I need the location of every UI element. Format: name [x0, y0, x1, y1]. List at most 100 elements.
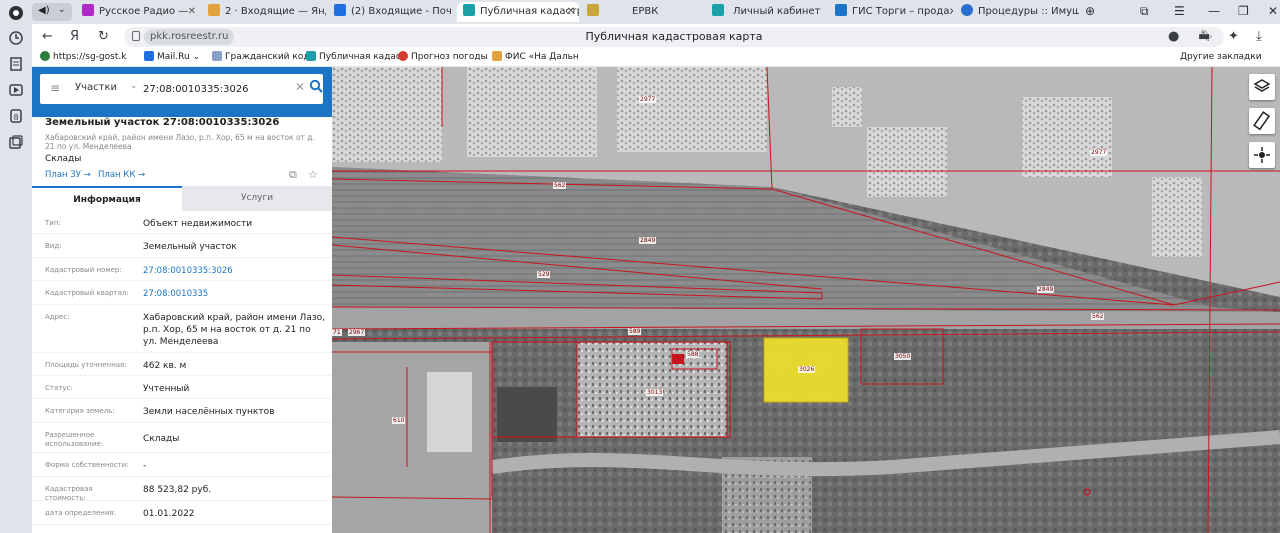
tab-label: Публичная кадастр	[480, 6, 579, 17]
cadastral-quarter-link[interactable]: 27:08:0010335	[143, 288, 325, 300]
download-icon[interactable]: ⤓	[1256, 29, 1262, 44]
plot-label: 2967	[348, 329, 366, 336]
tab-label: Русское Радио —	[99, 6, 189, 17]
layers-icon[interactable]	[1249, 74, 1275, 100]
menu-icon[interactable]: ☰	[1174, 4, 1185, 18]
detail-row: Кадастровый квартал: 27:08:0010335	[32, 281, 332, 305]
layers-button[interactable]	[1249, 74, 1275, 100]
notes-icon[interactable]	[8, 56, 24, 72]
detail-label: Тип:	[45, 219, 61, 227]
yandex-icon[interactable]: Я	[70, 29, 79, 44]
mailru-favicon-icon	[334, 4, 346, 16]
reload-icon[interactable]: ↻	[98, 29, 109, 44]
crosshair-icon[interactable]	[1249, 142, 1275, 168]
bookmark-item[interactable]: ФИС «На Дальн	[492, 50, 579, 62]
tab-yandex-mail[interactable]: 2 · Входящие — Яндекс	[208, 2, 326, 22]
tab-label: Личный кабинет	[733, 6, 821, 17]
new-tab-button[interactable]: ⊕	[1085, 4, 1095, 18]
tab-russkoe-radio[interactable]: Русское Радио — ✕	[82, 2, 200, 22]
tab-info[interactable]: Информация	[32, 186, 182, 211]
locate-button[interactable]	[1249, 142, 1275, 168]
tab-ervk[interactable]: ЕРВК	[587, 2, 699, 22]
tab-mail-ru[interactable]: (2) Входящие - Почта М	[334, 2, 452, 22]
mailru-icon	[144, 50, 154, 61]
tab-services[interactable]: Услуги	[182, 186, 332, 211]
detail-label: Кадастровый номер:	[45, 266, 122, 274]
code-icon	[212, 50, 222, 61]
tab-gis-torgi[interactable]: ГИС Торги – продажи г	[835, 2, 953, 22]
plot-label: 2849	[1037, 286, 1055, 293]
plus-icon[interactable]: ⊕	[1085, 4, 1095, 18]
other-bookmarks[interactable]: Другие закладки	[1180, 52, 1262, 62]
tab-lichny-kabinet[interactable]: Личный кабинет	[712, 2, 822, 22]
search-input[interactable]	[143, 80, 283, 98]
search-box: ≡ Участки ⌄ ✕	[40, 74, 323, 104]
chevron-down-icon[interactable]: ⌄	[130, 81, 138, 91]
plot-label: 529	[537, 271, 551, 278]
plot-label: 3026	[798, 366, 816, 373]
plot-label: 562	[553, 182, 567, 189]
torgi-favicon-icon	[835, 4, 847, 16]
star-icon[interactable]: ☆	[308, 168, 318, 181]
map-canvas[interactable]	[332, 67, 1280, 533]
bookmark-item[interactable]: https://sg-gost.k	[40, 50, 126, 62]
pkk-icon	[306, 50, 316, 61]
video-icon[interactable]	[8, 82, 24, 98]
tab-procedury[interactable]: Процедуры :: Имущест	[961, 2, 1079, 22]
maximize-icon[interactable]: ❐	[1238, 4, 1249, 18]
detail-value: Хабаровский край, район имени Лазо, р.п.…	[143, 313, 325, 347]
object-title: Земельный участок 27:08:0010335:3026	[45, 117, 280, 128]
bookmark-item[interactable]: Прогноз погоды	[398, 50, 488, 62]
mail-icon[interactable]: ▬	[1198, 29, 1210, 44]
detail-value: 01.01.2022	[143, 509, 195, 519]
search-type-select[interactable]: Участки	[75, 82, 117, 93]
address-bar-row: ← Я ↻ pkk.rosreestr.ru Публичная кадастр…	[32, 24, 1280, 50]
detail-row: Статус: Учтенный	[32, 376, 332, 399]
browser-logo-icon[interactable]	[8, 5, 24, 21]
audio-tab-controls[interactable]: ◀) ⌄	[32, 3, 72, 21]
tab-pkk-active[interactable]: Публичная кадастр ✕	[457, 2, 579, 22]
menu-icon[interactable]: ≡	[50, 81, 60, 95]
ruler-button[interactable]	[1249, 108, 1275, 134]
globe-icon	[40, 50, 50, 61]
svg-text:8: 8	[13, 113, 18, 122]
bookmark-item[interactable]: Mail.Ru ⌄	[144, 50, 200, 62]
fis-icon	[492, 50, 502, 61]
bookmark-label: Mail.Ru	[157, 52, 190, 62]
cadastral-number-link[interactable]: 27:08:0010335:3026	[143, 265, 325, 277]
detail-row: Форма собственности: -	[32, 453, 332, 477]
detail-row: Разрешенное использование: Склады	[32, 423, 332, 453]
close-tab-icon[interactable]: ✕	[188, 2, 196, 22]
close-tab-icon[interactable]: ✕	[567, 2, 575, 22]
plan-kk-link[interactable]: План КК →	[98, 170, 145, 180]
copy-icon[interactable]: ⧉	[289, 168, 297, 182]
search-icon[interactable]	[309, 79, 323, 93]
cadastral-map[interactable]: 2977 2977 562 2849 529 2849 562 2967 71 …	[332, 67, 1280, 533]
puzzle-icon[interactable]: ✦	[1228, 29, 1239, 44]
url-bar[interactable]: pkk.rosreestr.ru Публичная кадастровая к…	[124, 27, 1224, 47]
clear-icon[interactable]: ✕	[295, 80, 305, 94]
history-icon[interactable]	[8, 30, 24, 46]
close-window-icon[interactable]: ✕	[1268, 4, 1278, 18]
object-use: Склады	[45, 154, 82, 164]
speaker-icon[interactable]: ◀)	[38, 5, 50, 16]
details-list: Тип: Объект недвижимости Вид: Земельный …	[32, 211, 332, 525]
plan-zu-link[interactable]: План ЗУ →	[45, 170, 91, 180]
detail-row: Кадастровая стоимость: 88 523,82 руб.	[32, 477, 332, 502]
bookmark-label: ФИС «На Дальн	[505, 52, 579, 62]
mail-favicon-icon	[208, 4, 220, 16]
collections-icon[interactable]	[8, 134, 24, 150]
detail-row: дата определения: 01.01.2022	[32, 501, 332, 525]
detail-row: Кадастровый номер: 27:08:0010335:3026	[32, 258, 332, 281]
bookmark-item[interactable]: Публичная кадас	[306, 50, 401, 62]
back-icon[interactable]: ←	[42, 29, 53, 44]
extension-icon[interactable]: ●	[1168, 29, 1179, 44]
ruler-icon[interactable]	[1249, 108, 1275, 134]
bookmark-item[interactable]: Гражданский код	[212, 50, 310, 62]
object-address: Хабаровский край, район имени Лазо, р.п.…	[45, 133, 315, 151]
tab-menu-icon[interactable]: ⧉	[1140, 4, 1149, 19]
bookmarks-bar: https://sg-gost.k Mail.Ru ⌄ Гражданский …	[32, 50, 1280, 67]
counter-icon[interactable]: 8	[8, 108, 24, 124]
chevron-down-icon[interactable]: ⌄	[58, 5, 66, 15]
minimize-icon[interactable]: —	[1208, 4, 1220, 18]
